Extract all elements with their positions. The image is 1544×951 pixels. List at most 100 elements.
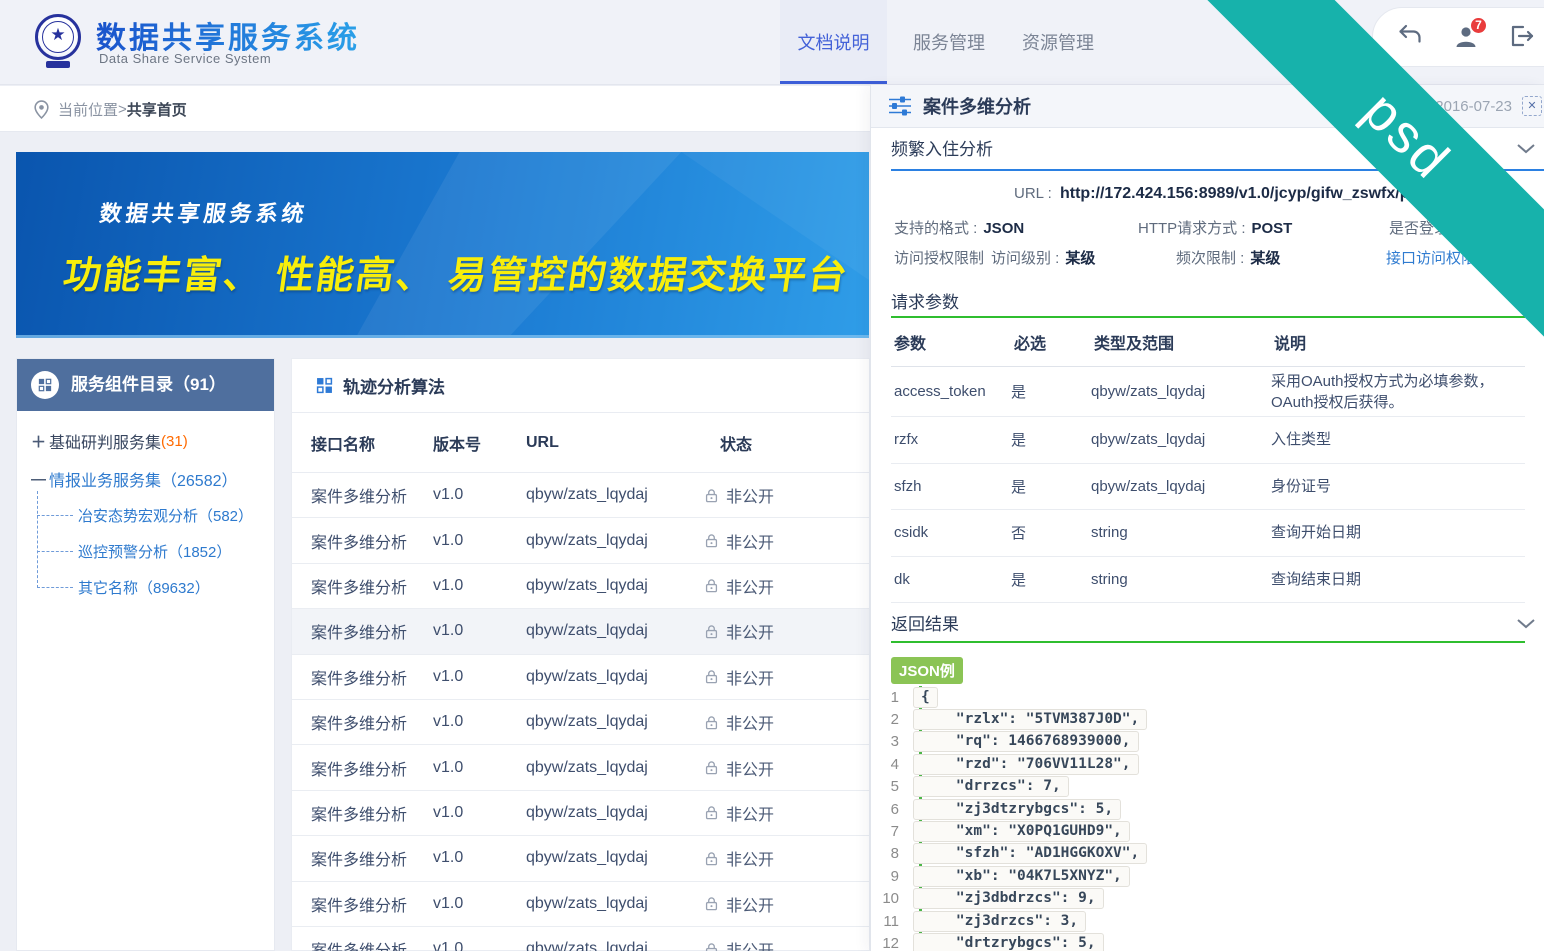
collapse-minus-icon[interactable]: —: [31, 471, 49, 488]
table-row[interactable]: 案件多维分析 v1.0 qbyw/zats_lqydaj 非公开: [292, 745, 869, 790]
status-cell: 非公开: [705, 801, 869, 825]
service-catalog-sidebar: 服务组件目录（91） ＋ 基础研判服务集 (31) — 情报业务服务集（2658…: [16, 358, 275, 951]
status-cell: 非公开: [705, 574, 869, 598]
param-col-desc: 说明: [1274, 330, 1306, 354]
sidebar-header: 服务组件目录（91）: [17, 359, 274, 411]
lock-icon: [705, 488, 718, 503]
tab-resource-management[interactable]: 资源管理: [1002, 0, 1114, 84]
expand-plus-icon[interactable]: ＋: [31, 431, 49, 452]
breadcrumb: 当前位置 > 共享首页: [58, 86, 187, 132]
table-row[interactable]: 案件多维分析 v1.0 qbyw/zats_lqydaj 非公开: [292, 518, 869, 563]
status-cell: 非公开: [705, 892, 869, 916]
line-number: 9: [871, 868, 911, 885]
table-row[interactable]: 案件多维分析 v1.0 qbyw/zats_lqydaj 非公开: [292, 473, 869, 518]
police-badge-logo: ★: [32, 11, 84, 73]
chevron-down-icon[interactable]: [1516, 618, 1536, 629]
url-cell: qbyw/zats_lqydaj: [526, 804, 705, 822]
access-level-label: 访问级别 :: [991, 250, 1059, 267]
status-label: 非公开: [726, 710, 774, 734]
method-value: POST: [1252, 220, 1293, 237]
breadcrumb-current[interactable]: 共享首页: [127, 99, 187, 120]
sidebar-child-item[interactable]: 冶安态势宏观分析（582）: [37, 497, 267, 533]
status-cell: 非公开: [705, 756, 869, 780]
banner-slogan: 功能丰富、 性能高、 易管控的数据交换平台: [60, 244, 853, 299]
param-name: dk: [891, 571, 1011, 588]
table-row[interactable]: 案件多维分析 v1.0 qbyw/zats_lqydaj 非公开: [292, 700, 869, 745]
undo-button[interactable]: [1397, 24, 1423, 50]
status-label: 非公开: [726, 937, 774, 951]
header-actions-pill: 7: [1372, 7, 1544, 67]
status-cell: 非公开: [705, 710, 869, 734]
param-col-required: 必选: [1014, 330, 1046, 354]
line-number: 2: [871, 711, 911, 728]
version-cell: v1.0: [433, 622, 526, 640]
table-row[interactable]: 案件多维分析 v1.0 qbyw/zats_lqydaj 非公开: [292, 927, 869, 951]
code-text: "rq": 1466768939000,: [913, 731, 1139, 752]
table-row[interactable]: 案件多维分析 v1.0 qbyw/zats_lqydaj 非公开: [292, 609, 869, 654]
lock-icon: [705, 669, 718, 684]
sidebar-children: 冶安态势宏观分析（582） 巡控预警分析（1852） 其它名称（89632）: [37, 497, 267, 605]
sidebar-item-intel-services[interactable]: — 情报业务服务集（26582）: [31, 467, 238, 491]
code-line: 4 "rzd": "706VV11L28",: [871, 753, 1544, 775]
chevron-down-icon[interactable]: [1516, 143, 1536, 154]
column-header: 状态: [705, 431, 869, 455]
notification-badge: 7: [1469, 16, 1488, 35]
json-example-badge: JSON例: [891, 657, 963, 684]
logout-button[interactable]: [1509, 24, 1535, 50]
user-button[interactable]: 7: [1453, 24, 1479, 50]
param-required: 是: [1011, 569, 1091, 590]
url-cell: qbyw/zats_lqydaj: [526, 532, 705, 550]
sidebar-child-item[interactable]: 巡控预警分析（1852）: [37, 533, 267, 569]
table-row[interactable]: 案件多维分析 v1.0 qbyw/zats_lqydaj 非公开: [292, 655, 869, 700]
param-name: sfzh: [891, 478, 1011, 495]
params-header-row: 参数 必选 类型及范围 说明: [871, 330, 1544, 366]
section-title-result: 返回结果: [891, 610, 959, 635]
section-divider-green: [891, 641, 1525, 643]
version-cell: v1.0: [433, 940, 526, 951]
hero-banner: 数据共享服务系统 功能丰富、 性能高、 易管控的数据交换平台: [16, 152, 869, 338]
table-column-headers: 接口名称版本号URL状态: [292, 413, 869, 473]
table-row[interactable]: 案件多维分析 v1.0 qbyw/zats_lqydaj 非公开: [292, 791, 869, 836]
code-text: "zj3dbdrzcs": 9,: [913, 888, 1104, 909]
tab-document-description[interactable]: 文档说明: [780, 0, 887, 84]
version-cell: v1.0: [433, 804, 526, 822]
code-line: 12 "drtzrybgcs": 5,: [871, 932, 1544, 951]
tab-service-management[interactable]: 服务管理: [893, 0, 1005, 84]
meta-row-3: 访问授权限制 访问级别 :某级 频次限制 :某级 接口访问权限: [871, 247, 1544, 273]
tree-label: 其它名称（89632）: [78, 577, 210, 598]
table-row[interactable]: 案件多维分析 v1.0 qbyw/zats_lqydaj 非公开: [292, 836, 869, 881]
lock-icon: [705, 760, 718, 775]
sidebar-child-item[interactable]: 其它名称（89632）: [37, 569, 267, 605]
interface-name-cell: 案件多维分析: [292, 801, 433, 825]
url-value: http://172.424.156:8989/v1.0/jcyp/gifw_z…: [1060, 185, 1443, 203]
breadcrumb-separator: >: [118, 101, 127, 118]
url-label: URL :: [1014, 185, 1052, 202]
param-desc: 身份证号: [1271, 476, 1525, 497]
url-cell: qbyw/zats_lqydaj: [526, 849, 705, 867]
status-cell: 非公开: [705, 665, 869, 689]
code-line: 1 {: [871, 686, 1544, 708]
status-label: 非公开: [726, 619, 774, 643]
code-text: "xb": "04K7L5XNYZ",: [913, 866, 1130, 887]
code-text: "rzlx": "5TVM387J0D",: [913, 709, 1147, 730]
status-cell: 非公开: [705, 937, 869, 951]
table-body: 案件多维分析 v1.0 qbyw/zats_lqydaj 非公开 案件多维分析 …: [292, 473, 869, 951]
sidebar-item-basic-services[interactable]: ＋ 基础研判服务集 (31): [31, 429, 188, 453]
interface-name-cell: 案件多维分析: [292, 892, 433, 916]
interface-name-cell: 案件多维分析: [292, 619, 433, 643]
code-text: "zj3dtzrybgcs": 5,: [913, 799, 1121, 820]
table-row[interactable]: 案件多维分析 v1.0 qbyw/zats_lqydaj 非公开: [292, 564, 869, 609]
logout-icon: [1509, 24, 1535, 48]
param-type: qbyw/zats_lqydaj: [1091, 478, 1271, 495]
url-cell: qbyw/zats_lqydaj: [526, 668, 705, 686]
code-text: "drtzrybgcs": 5,: [913, 933, 1104, 951]
param-name: csidk: [891, 524, 1011, 541]
param-desc: 入住类型: [1271, 429, 1525, 450]
close-button[interactable]: ✕: [1522, 96, 1542, 116]
interface-name-cell: 案件多维分析: [292, 846, 433, 870]
tree-count: (31): [161, 433, 188, 450]
code-text: "rzd": "706VV11L28",: [913, 754, 1139, 775]
param-type: qbyw/zats_lqydaj: [1091, 431, 1271, 448]
table-row[interactable]: 案件多维分析 v1.0 qbyw/zats_lqydaj 非公开: [292, 882, 869, 927]
code-text: "zj3drzcs": 3,: [913, 911, 1086, 932]
